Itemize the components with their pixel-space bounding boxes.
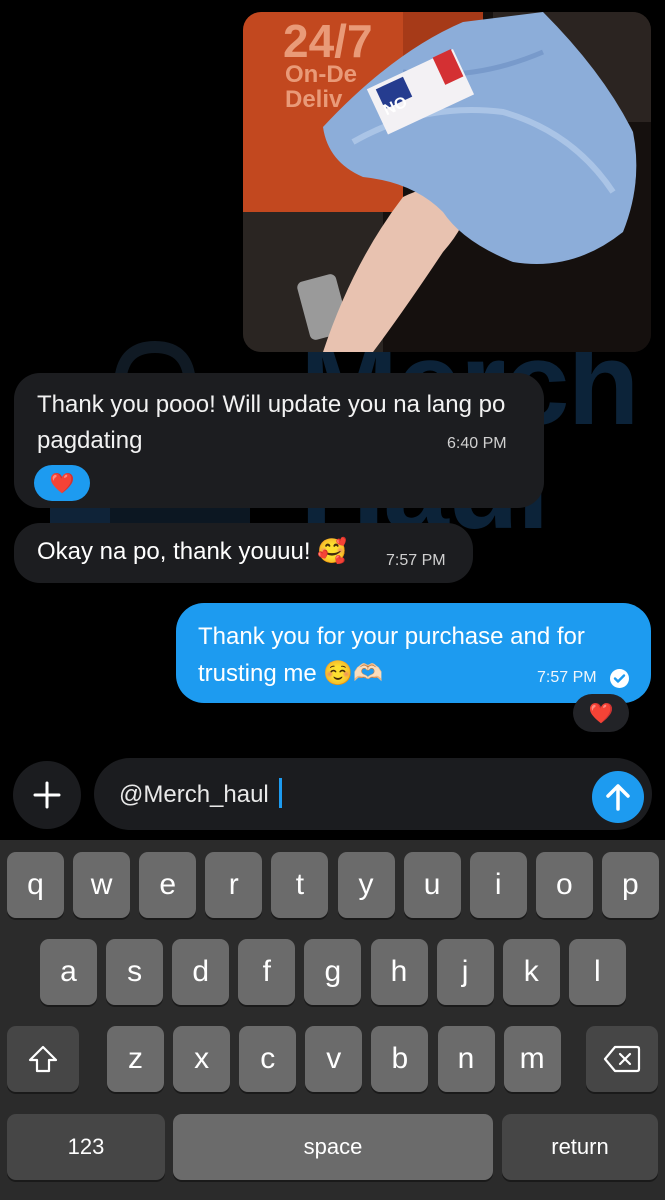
key-s[interactable]: s xyxy=(106,939,164,1005)
sign-text-2: On-De xyxy=(285,61,357,88)
message-timestamp: 7:57 PM xyxy=(386,552,446,569)
key-y[interactable]: y xyxy=(337,852,395,918)
key-d[interactable]: d xyxy=(172,939,230,1005)
message-input-text[interactable]: @Merch_haul xyxy=(119,781,269,809)
key-g[interactable]: g xyxy=(304,939,362,1005)
key-p[interactable]: p xyxy=(601,852,659,918)
message-timestamp: 7:57 PM xyxy=(537,669,597,686)
message-text: Okay na po, thank youuu! 🥰 xyxy=(37,538,348,565)
key-q[interactable]: q xyxy=(7,852,64,918)
photo-message[interactable]: 24/7 On-De Deliv NO xyxy=(243,12,651,352)
key-b[interactable]: b xyxy=(371,1026,429,1092)
arrow-up-icon xyxy=(606,784,630,811)
key-c[interactable]: c xyxy=(239,1026,297,1092)
return-key[interactable]: return xyxy=(502,1114,658,1180)
backspace-icon xyxy=(603,1045,641,1073)
space-key[interactable]: space xyxy=(173,1114,493,1180)
key-o[interactable]: o xyxy=(535,852,593,918)
key-e[interactable]: e xyxy=(139,852,197,918)
shift-key[interactable] xyxy=(7,1026,79,1092)
shift-arrow-icon xyxy=(28,1045,58,1073)
key-k[interactable]: k xyxy=(502,939,560,1005)
heart-reaction[interactable]: ❤️ xyxy=(34,465,90,501)
key-r[interactable]: r xyxy=(205,852,263,918)
key-h[interactable]: h xyxy=(370,939,428,1005)
key-n[interactable]: n xyxy=(437,1026,495,1092)
key-m[interactable]: m xyxy=(503,1026,561,1092)
key-a[interactable]: a xyxy=(40,939,97,1005)
backspace-key[interactable] xyxy=(586,1026,658,1092)
add-attachment-button[interactable] xyxy=(13,761,81,829)
numbers-key[interactable]: 123 xyxy=(7,1114,165,1180)
key-u[interactable]: u xyxy=(403,852,461,918)
key-t[interactable]: t xyxy=(271,852,329,918)
plus-icon xyxy=(33,781,61,809)
key-j[interactable]: j xyxy=(436,939,494,1005)
read-check-icon xyxy=(610,669,629,688)
send-button[interactable] xyxy=(592,771,644,823)
key-l[interactable]: l xyxy=(568,939,626,1005)
key-i[interactable]: i xyxy=(469,852,527,918)
text-caret xyxy=(279,778,282,808)
sign-text-3: Deliv xyxy=(285,86,343,113)
heart-reaction[interactable]: ❤️ xyxy=(573,694,629,732)
key-x[interactable]: x xyxy=(173,1026,231,1092)
sign-text-1: 24/7 xyxy=(283,15,373,67)
key-f[interactable]: f xyxy=(238,939,296,1005)
message-timestamp: 6:40 PM xyxy=(447,435,507,452)
keyboard: qwertyuiop asdfghjkl zxcvbnm 123 space r… xyxy=(0,840,665,1200)
key-v[interactable]: v xyxy=(305,1026,363,1092)
key-w[interactable]: w xyxy=(73,852,131,918)
key-z[interactable]: z xyxy=(107,1026,164,1092)
